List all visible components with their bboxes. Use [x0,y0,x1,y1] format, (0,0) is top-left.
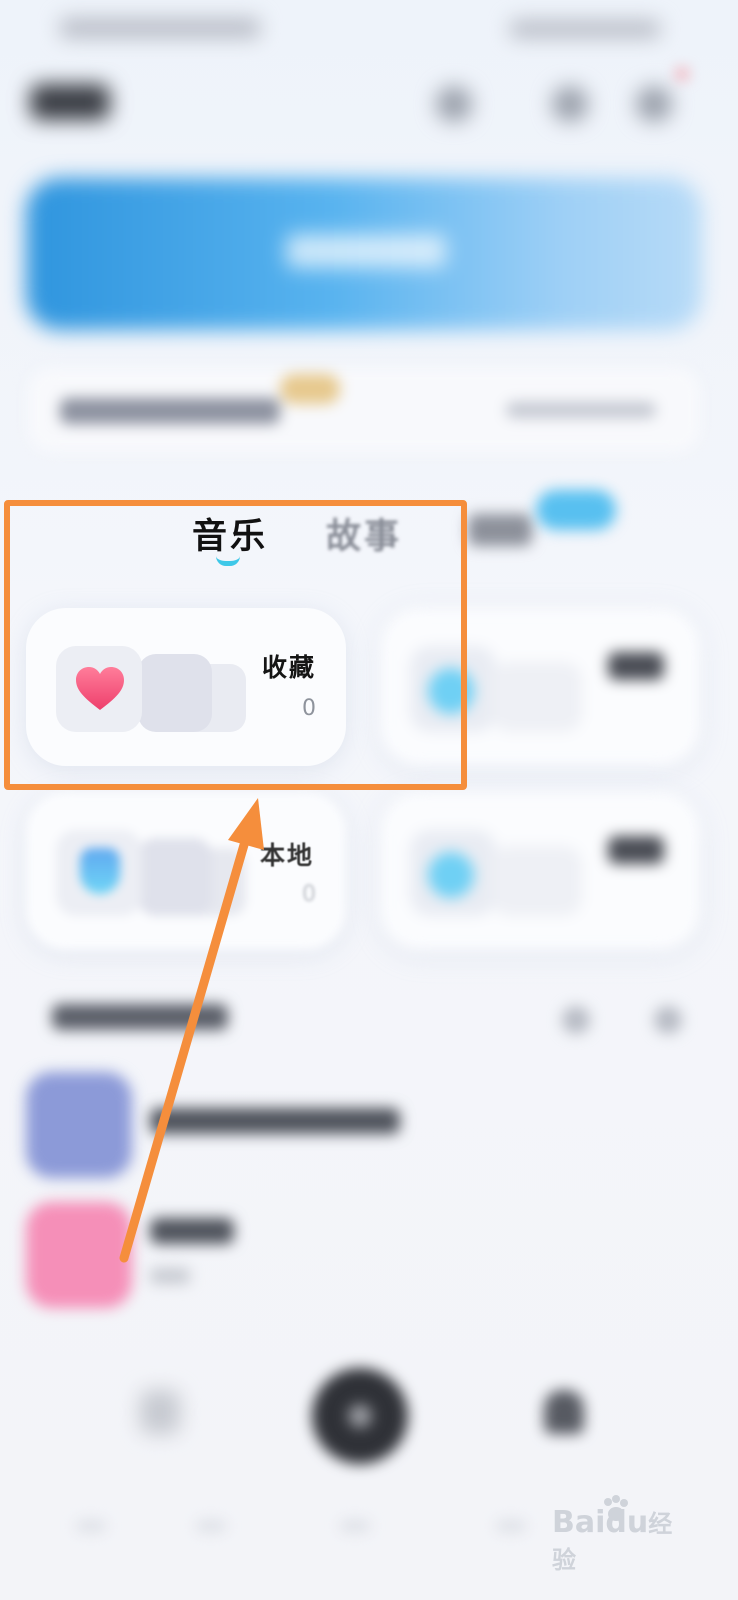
annotation-arrow [119,798,264,1263]
